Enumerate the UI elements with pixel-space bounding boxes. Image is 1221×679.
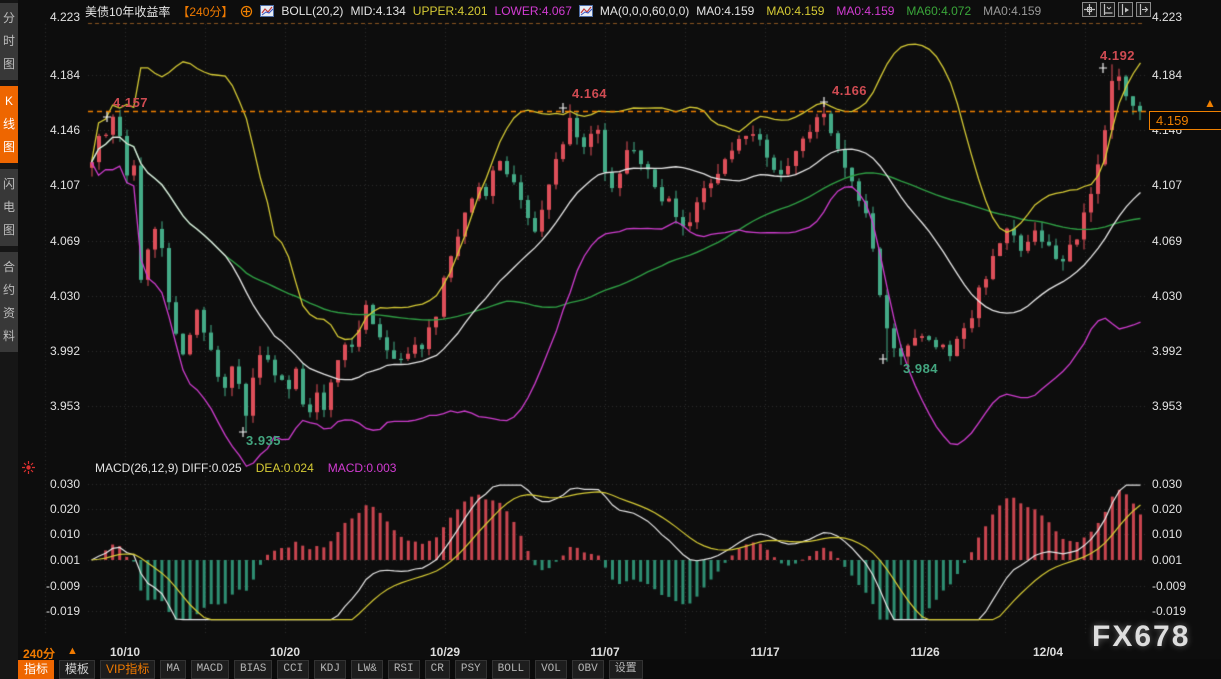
boll-label: BOLL(20,2): [281, 4, 343, 18]
toolbar-indicator-tab[interactable]: 指标: [18, 660, 54, 679]
price-up-arrow-icon: ▲: [1204, 96, 1216, 110]
y-axis-right-label: 0.001: [1152, 553, 1182, 567]
y-axis-right-label: -0.009: [1152, 579, 1186, 593]
toolbar-cci-button[interactable]: CCI: [277, 660, 309, 679]
toolbar-macd-button[interactable]: MACD: [191, 660, 229, 679]
y-axis-left-label: 3.953: [30, 399, 80, 413]
y-axis-right-label: 3.953: [1152, 399, 1182, 413]
toolbar-cr-button[interactable]: CR: [425, 660, 450, 679]
timeframe-triangle-icon: ▲: [67, 645, 78, 657]
y-axis-left-label: 4.184: [30, 68, 80, 82]
macd-header: MACD(26,12,9) DIFF:0.025 DEA:0.024 MACD:…: [95, 461, 396, 475]
y-axis-left-label: 4.069: [30, 234, 80, 248]
macd-settings-icon[interactable]: [21, 460, 36, 480]
last-price-tag: 4.159: [1149, 111, 1221, 130]
y-axis-left-label: 0.030: [30, 477, 80, 491]
sidebar-tab-time-chart[interactable]: 分时图: [0, 3, 18, 80]
y-axis-left-label: -0.019: [30, 604, 80, 618]
y-axis-right-label: -0.019: [1152, 604, 1186, 618]
ma-value-3: MA60:4.072: [906, 4, 971, 18]
ma-value-0: MA0:4.159: [696, 4, 754, 18]
line-chart-icon[interactable]: [260, 5, 274, 17]
y-axis-right-label: 0.020: [1152, 502, 1182, 516]
y-axis-left-label: 0.020: [30, 502, 80, 516]
toolbar-psy-button[interactable]: PSY: [455, 660, 487, 679]
y-axis-left-label: 0.010: [30, 527, 80, 541]
y-axis-left-label: -0.009: [30, 579, 80, 593]
toolbar-boll-button[interactable]: BOLL: [492, 660, 530, 679]
macd-dea-value: DEA:0.024: [256, 461, 314, 475]
y-axis-left-label: 4.107: [30, 178, 80, 192]
macd-macd-value: MACD:0.003: [328, 461, 397, 475]
annotation-4.192: 4.192: [1100, 48, 1135, 63]
instrument-title: 美债10年收益率: [85, 3, 170, 20]
date-label-10-29: 10/29: [419, 645, 471, 659]
sidebar: 分时图 K线图闪电图合约资料: [0, 0, 18, 679]
toolbar-vol-button[interactable]: VOL: [535, 660, 567, 679]
boll-upper-value: UPPER:4.201: [413, 4, 488, 18]
toolbar-kdj-button[interactable]: KDJ: [314, 660, 346, 679]
y-axis-right-label: 4.107: [1152, 178, 1182, 192]
toolbar-vip-indicator-tab[interactable]: VIP指标: [100, 660, 155, 679]
window-icons: [1082, 2, 1151, 17]
boll-mid-value: MID:4.134: [350, 4, 405, 18]
toolbar-settings-button[interactable]: 设置: [609, 660, 643, 679]
annotation-3.984: 3.984: [903, 361, 938, 376]
chart-canvas[interactable]: [0, 0, 1221, 679]
crosshair-icon[interactable]: [1082, 2, 1097, 17]
boll-lower-value: LOWER:4.067: [495, 4, 572, 18]
jump-to-end-icon[interactable]: [1136, 2, 1151, 17]
chart-header: 美债10年收益率 【240分】 BOLL(20,2) MID:4.134 UPP…: [18, 0, 1221, 22]
toolbar-bias-button[interactable]: BIAS: [234, 660, 272, 679]
date-label-11-26: 11/26: [899, 645, 951, 659]
sidebar-tab-contract-info[interactable]: 合约资料: [0, 252, 18, 352]
ma-values: MA0:4.159 MA0:4.159 MA0:4.159 MA60:4.072 MA0…: [696, 4, 1041, 18]
y-axis-left-label: 3.992: [30, 344, 80, 358]
y-axis-left-label: 0.001: [30, 553, 80, 567]
app-root: 分时图 K线图闪电图合约资料 美债10年收益率 【240分】 BOLL(20,2)…: [0, 0, 1221, 679]
y-axis-right-label: 3.992: [1152, 344, 1182, 358]
y-axis-right-label: 4.030: [1152, 289, 1182, 303]
ma-params-label: MA(0,0,0,60,0,0): [600, 4, 689, 18]
auto-scroll-icon[interactable]: [1118, 2, 1133, 17]
date-label-10-20: 10/20: [259, 645, 311, 659]
macd-diff-value: MACD(26,12,9) DIFF:0.025: [95, 461, 242, 475]
annotation-4.164: 4.164: [572, 86, 607, 101]
toolbar-rsi-button[interactable]: RSI: [388, 660, 420, 679]
sidebar-tab-flash-chart[interactable]: 闪电图: [0, 169, 18, 246]
ma-value-4: MA0:4.159: [983, 4, 1041, 18]
toolbar-ma-button[interactable]: MA: [160, 660, 185, 679]
watermark: FX678: [1092, 620, 1190, 654]
y-axis-right-label: 0.030: [1152, 477, 1182, 491]
last-price-value: 4.159: [1156, 113, 1189, 128]
annotation-3.935: 3.935: [246, 433, 281, 448]
sidebar-tab-kline-chart[interactable]: K线图: [0, 86, 18, 163]
period-selector[interactable]: 【240分】: [177, 3, 233, 20]
annotation-4.166: 4.166: [832, 83, 867, 98]
y-axis-right-label: 0.010: [1152, 527, 1182, 541]
ma-value-2: MA0:4.159: [836, 4, 894, 18]
date-label-11-07: 11/07: [579, 645, 631, 659]
toolbar-obv-button[interactable]: OBV: [572, 660, 604, 679]
annotation-4.157: 4.157: [113, 95, 148, 110]
ma-value-1: MA0:4.159: [766, 4, 824, 18]
sidebar-tabs: 分时图 K线图闪电图合约资料: [0, 3, 18, 358]
toolbar-lwr-button[interactable]: LW&: [351, 660, 383, 679]
date-label-10-10: 10/10: [99, 645, 151, 659]
bottom-toolbar: 指标模板 VIP指标 MA MACD BIAS CCI KDJ LW&RSI CR PSY BOLL…: [18, 659, 1221, 679]
target-icon[interactable]: [240, 5, 253, 18]
toolbar-template-tab[interactable]: 模板: [59, 660, 95, 679]
line-chart-icon[interactable]: [579, 5, 593, 17]
y-axis-scale-icon[interactable]: [1100, 2, 1115, 17]
y-axis-left-label: 4.030: [30, 289, 80, 303]
y-axis-right-label: 4.069: [1152, 234, 1182, 248]
y-axis-left-label: 4.146: [30, 123, 80, 137]
date-label-11-17: 11/17: [739, 645, 791, 659]
date-label-12-04: 12/04: [1022, 645, 1074, 659]
y-axis-right-label: 4.184: [1152, 68, 1182, 82]
